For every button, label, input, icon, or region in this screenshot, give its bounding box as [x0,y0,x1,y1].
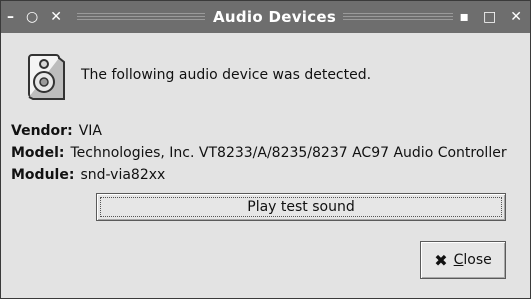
detected-message: The following audio device was detected. [81,67,372,83]
titlebar-left-controls: – ○ ✕ [7,1,62,33]
window-title: Audio Devices [213,8,337,26]
maximize-button[interactable]: □ [483,10,496,24]
title-bar[interactable]: – ○ ✕ Audio Devices ▪ □ ✕ [1,1,530,33]
module-label: Module: [11,167,75,183]
vendor-row: Vendor: VIA [11,123,102,139]
titlebar-right-controls: ▪ □ ✕ [460,1,522,33]
close-button-label: Close [453,252,492,268]
module-value: snd-via82xx [80,167,166,183]
play-test-sound-label: Play test sound [247,199,355,215]
vendor-label: Vendor: [11,123,73,139]
close-icon: ✖ [434,250,448,270]
module-row: Module: snd-via82xx [11,167,165,183]
minimize-button[interactable]: ▪ [460,10,470,24]
audio-devices-window: – ○ ✕ Audio Devices ▪ □ ✕ The following … [0,0,531,299]
title-grip-right [343,13,453,21]
model-row: Model: Technologies, Inc. VT8233/A/8235/8… [11,145,507,161]
speaker-icon [28,54,65,100]
model-label: Model: [11,145,65,161]
play-test-sound-button[interactable]: Play test sound [96,193,506,221]
window-menu-button[interactable]: – [7,10,14,24]
close-button[interactable]: ✖ Close [420,241,506,279]
dialog-content: The following audio device was detected.… [1,33,530,298]
vendor-value: VIA [78,123,102,139]
model-value: Technologies, Inc. VT8233/A/8235/8237 AC… [70,145,507,161]
close-window-button[interactable]: ✕ [510,10,522,24]
title-grip-left [77,13,205,21]
stick-button[interactable]: ✕ [50,10,62,24]
shade-button[interactable]: ○ [26,10,38,24]
